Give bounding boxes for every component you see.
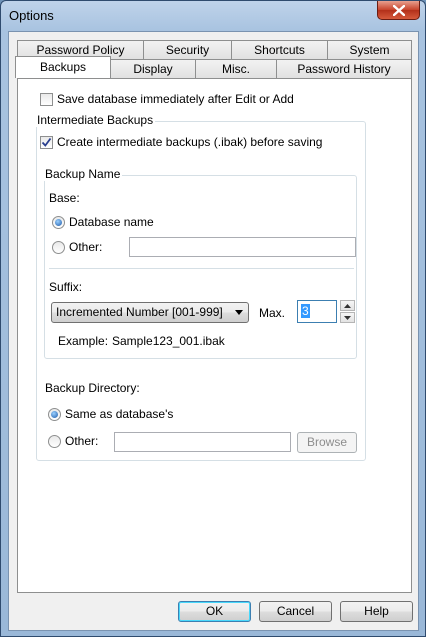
backup-directory-label: Backup Directory: [45,381,140,395]
suffix-select[interactable]: Incremented Number [001-999] [51,302,249,323]
browse-button[interactable]: Browse [297,432,357,453]
backup-name-group [44,175,357,359]
intermediate-backups-label: Intermediate Backups [35,113,156,127]
backup-name-label: Backup Name [43,167,123,181]
tab-row-2: Backups Display Misc. Password History [15,56,412,78]
create-backups-label: Create intermediate backups (.ibak) befo… [57,135,323,149]
tab-system[interactable]: System [327,40,412,59]
create-backups-row[interactable]: Create intermediate backups (.ibak) befo… [40,135,322,149]
options-window: Options Password Policy Security Shortcu… [0,0,426,637]
max-value: 3 [301,304,310,318]
tab-shortcuts[interactable]: Shortcuts [231,40,328,59]
max-spin-down[interactable] [340,312,355,323]
suffix-selected-value: Incremented Number [001-999] [56,305,223,319]
base-other-row[interactable]: Other: [52,240,102,254]
suffix-separator [49,268,354,269]
help-button[interactable]: Help [340,601,413,622]
example-value: Sample123_001.ibak [112,334,225,348]
base-other-radio[interactable] [52,240,65,254]
dir-same-row[interactable]: Same as database's [48,407,173,421]
ok-button[interactable]: OK [178,601,251,622]
same-as-database-label: Same as database's [65,407,174,421]
tab-misc[interactable]: Misc. [195,59,277,78]
chevron-down-icon [235,310,243,315]
close-button[interactable] [377,1,420,20]
window-title: Options [9,8,54,23]
save-immediately-row[interactable]: Save database immediately after Edit or … [40,92,294,106]
chevron-down-icon [344,315,351,320]
example-label: Example: [58,334,109,348]
backups-panel: Save database immediately after Edit or … [17,78,412,593]
base-other-input[interactable] [129,237,356,257]
tab-display[interactable]: Display [110,59,196,78]
max-spin-up[interactable] [340,300,355,311]
base-other-label: Other: [69,240,103,254]
tab-password-history[interactable]: Password History [276,59,412,78]
chevron-up-icon [344,303,351,308]
same-as-database-radio[interactable] [48,407,61,421]
dir-other-row[interactable]: Other: [48,434,98,448]
checkmark-icon [41,137,52,147]
save-immediately-checkbox[interactable] [40,92,53,106]
dir-other-label: Other: [65,434,99,448]
database-name-radio[interactable] [52,215,65,229]
dir-other-input[interactable] [114,432,291,452]
database-name-label: Database name [69,215,154,229]
save-immediately-label: Save database immediately after Edit or … [57,92,294,106]
base-label: Base: [49,191,80,205]
create-backups-checkbox[interactable] [40,135,53,149]
max-input[interactable]: 3 [297,300,337,323]
suffix-label: Suffix: [49,280,83,294]
tab-backups[interactable]: Backups [15,56,111,78]
tab-security[interactable]: Security [143,40,232,59]
cancel-button[interactable]: Cancel [259,601,332,622]
max-label: Max. [259,306,286,320]
dialog-client: Password Policy Security Shortcuts Syste… [8,31,419,631]
dir-other-radio[interactable] [48,434,61,448]
close-icon [392,4,405,16]
base-database-name-row[interactable]: Database name [52,215,154,229]
